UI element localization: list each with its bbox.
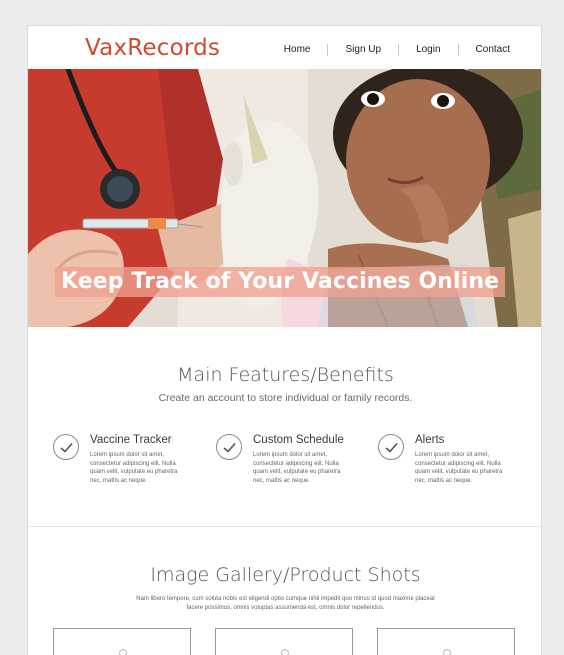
feature-custom-schedule: Custom Schedule Lorem ipsum dolor sit am… — [216, 434, 376, 494]
feature-alerts: Alerts Lorem ipsum dolor sit amet, conse… — [378, 434, 538, 494]
image-placeholder-icon — [443, 649, 451, 655]
features-subtitle: Create an account to store individual or… — [158, 392, 413, 404]
nav-login-link[interactable]: Login — [398, 44, 457, 56]
gallery-image-2[interactable] — [215, 628, 353, 655]
site-logo[interactable]: VaxRecords — [85, 35, 220, 61]
gallery-title: Image Gallery/Product Shots — [150, 564, 421, 586]
page: VaxRecords Home Sign Up Login Contact Ke… — [27, 25, 542, 655]
feature-title: Alerts — [415, 434, 445, 446]
main-menu: Home Sign Up Login Contact — [284, 44, 510, 56]
check-circle-icon — [378, 434, 404, 460]
feature-description: Lorem ipsum dolor sit amet, consectetur … — [90, 452, 178, 484]
check-circle-icon — [216, 434, 242, 460]
gallery-image-1[interactable] — [53, 628, 191, 655]
top-navigation: VaxRecords Home Sign Up Login Contact — [28, 26, 541, 70]
gallery-subtitle: Nam libero tempore, cum soluta nobis est… — [136, 596, 435, 611]
feature-description: Lorem ipsum dolor sit amet, consectetur … — [253, 452, 341, 484]
features-title: Main Features/Benefits — [177, 364, 394, 386]
feature-title: Custom Schedule — [253, 434, 344, 446]
feature-title: Vaccine Tracker — [90, 434, 172, 446]
image-placeholder-icon — [119, 649, 127, 655]
hero-headline: Keep Track of Your Vaccines Online — [55, 267, 506, 297]
features-section: Main Features/Benefits Create an account… — [28, 327, 541, 527]
gallery-image-3[interactable] — [377, 628, 515, 655]
nav-contact-link[interactable]: Contact — [457, 44, 510, 56]
image-placeholder-icon — [281, 649, 289, 655]
nav-home-link[interactable]: Home — [284, 44, 328, 56]
feature-vaccine-tracker: Vaccine Tracker Lorem ipsum dolor sit am… — [53, 434, 213, 494]
gallery-section: Image Gallery/Product Shots Nam libero t… — [28, 528, 541, 655]
check-circle-icon — [53, 434, 79, 460]
nav-signup-link[interactable]: Sign Up — [327, 44, 398, 56]
hero-banner: Keep Track of Your Vaccines Online — [28, 69, 541, 327]
feature-description: Lorem ipsum dolor sit amet, consectetur … — [415, 452, 503, 484]
